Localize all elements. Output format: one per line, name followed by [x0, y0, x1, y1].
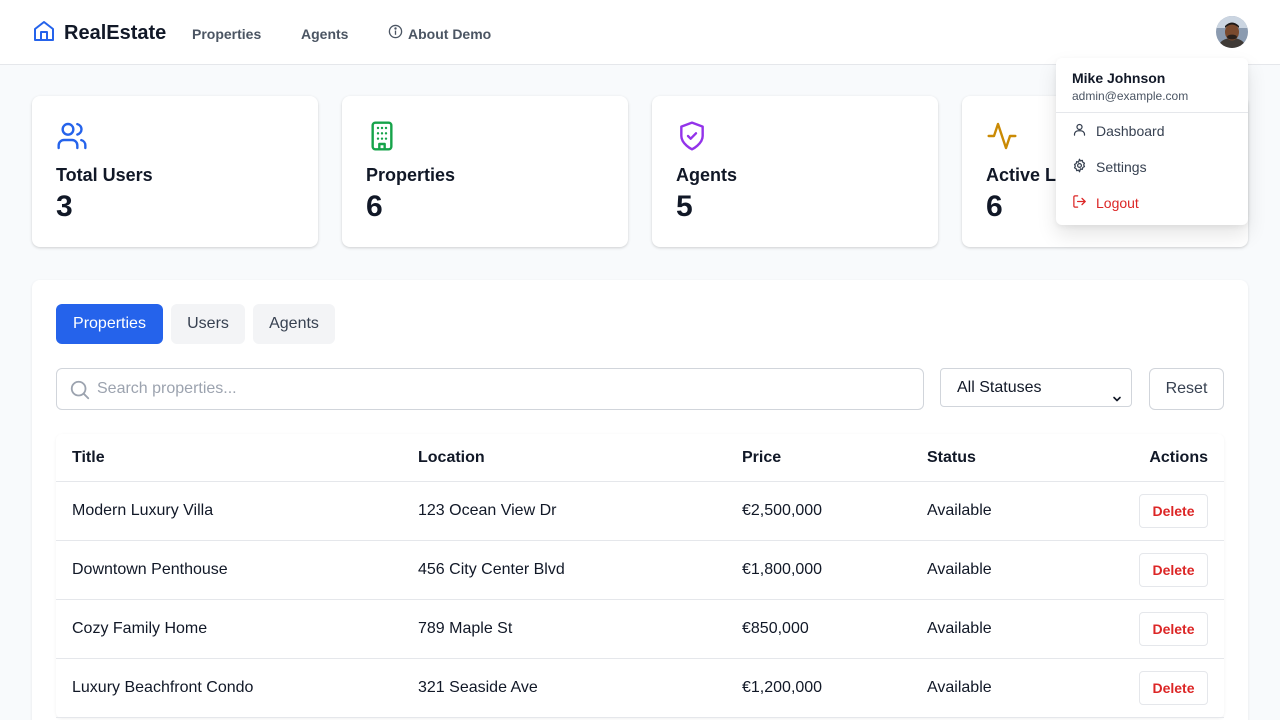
column-header-price: Price: [742, 449, 782, 466]
cell-location: 456 City Center Blvd: [418, 561, 565, 578]
stat-title: Properties: [366, 165, 456, 185]
menu-item-dashboard[interactable]: Dashboard: [1072, 121, 1165, 141]
delete-button[interactable]: Delete: [1139, 494, 1208, 528]
column-header-location: Location: [418, 449, 485, 466]
top-navbar: RealEstate Properties Agents About Demo: [0, 0, 1280, 65]
status-filter-select[interactable]: All Statuses: [940, 368, 1132, 407]
search-input[interactable]: [97, 369, 907, 409]
user-icon: [1072, 122, 1087, 140]
cell-price: €1,200,000: [742, 679, 823, 696]
nav-link-properties[interactable]: Properties: [192, 24, 261, 44]
users-icon: [56, 120, 88, 152]
cell-price: €2,500,000: [742, 502, 823, 519]
nav-link-about-label: About Demo: [408, 26, 492, 42]
cell-title: Luxury Beachfront Condo: [72, 679, 254, 696]
search-icon: [69, 379, 91, 406]
brand-logo-link[interactable]: RealEstate: [32, 19, 166, 47]
menu-item-settings[interactable]: Settings: [1072, 157, 1147, 177]
properties-table: Title Location Price Status Actions Mode…: [56, 434, 1224, 718]
menu-divider: [1056, 112, 1248, 113]
stat-value: 5: [676, 190, 693, 223]
activity-icon: [986, 120, 1018, 152]
data-panel: Properties Users Agents All Statuses Res…: [32, 280, 1248, 720]
stat-card-agents: Agents 5: [652, 96, 938, 247]
status-filter-value: All Statuses: [957, 379, 1042, 396]
column-header-title: Title: [72, 449, 105, 466]
info-icon: [388, 24, 403, 44]
menu-item-logout[interactable]: Logout: [1072, 193, 1139, 213]
stat-value: 6: [366, 190, 383, 223]
reset-button[interactable]: Reset: [1149, 368, 1224, 410]
column-header-actions: Actions: [1149, 449, 1208, 466]
nav-link-about-demo[interactable]: About Demo: [388, 24, 491, 44]
menu-item-label: Logout: [1096, 195, 1139, 211]
delete-button[interactable]: Delete: [1139, 671, 1208, 705]
cell-status: Available: [927, 561, 992, 578]
table-row: Cozy Family Home 789 Maple St €850,000 A…: [56, 600, 1224, 659]
table-row: Modern Luxury Villa 123 Ocean View Dr €2…: [56, 482, 1224, 541]
stat-title: Total Users: [56, 165, 153, 185]
stat-title: Agents: [676, 165, 738, 185]
gear-icon: [1072, 158, 1087, 176]
tab-users[interactable]: Users: [171, 304, 245, 344]
user-name: Mike Johnson: [1072, 70, 1166, 86]
search-field[interactable]: [56, 368, 924, 410]
stat-value: 3: [56, 190, 73, 223]
chevron-down-icon: [1111, 382, 1123, 419]
cell-title: Downtown Penthouse: [72, 561, 228, 578]
stat-card-properties: Properties 6: [342, 96, 628, 247]
cell-location: 789 Maple St: [418, 620, 513, 637]
delete-button[interactable]: Delete: [1139, 553, 1208, 587]
cell-title: Cozy Family Home: [72, 620, 208, 637]
tab-agents[interactable]: Agents: [253, 304, 335, 344]
user-dropdown-menu: Mike Johnson admin@example.com Dashboard…: [1056, 58, 1248, 225]
user-avatar-button[interactable]: [1216, 16, 1248, 48]
stat-card-total-users: Total Users 3: [32, 96, 318, 247]
shield-check-icon: [676, 120, 708, 152]
brand-name: RealEstate: [64, 21, 167, 44]
stat-value: 6: [986, 190, 1003, 223]
table-header: Title Location Price Status Actions: [56, 434, 1224, 482]
logout-icon: [1072, 194, 1087, 212]
building-icon: [366, 120, 398, 152]
nav-link-agents[interactable]: Agents: [301, 24, 348, 44]
cell-location: 321 Seaside Ave: [418, 679, 538, 696]
table-row: Luxury Beachfront Condo 321 Seaside Ave …: [56, 659, 1224, 718]
cell-price: €850,000: [742, 620, 809, 637]
cell-status: Available: [927, 620, 992, 637]
home-icon: [32, 19, 56, 48]
cell-title: Modern Luxury Villa: [72, 502, 214, 519]
user-email: admin@example.com: [1072, 89, 1189, 103]
menu-item-label: Settings: [1096, 159, 1147, 175]
delete-button[interactable]: Delete: [1139, 612, 1208, 646]
cell-location: 123 Ocean View Dr: [418, 502, 557, 519]
menu-item-label: Dashboard: [1096, 123, 1165, 139]
column-header-status: Status: [927, 449, 976, 466]
cell-price: €1,800,000: [742, 561, 823, 578]
table-row: Downtown Penthouse 456 City Center Blvd …: [56, 541, 1224, 600]
tab-properties[interactable]: Properties: [56, 304, 163, 344]
avatar-photo: [1216, 16, 1248, 48]
cell-status: Available: [927, 502, 992, 519]
cell-status: Available: [927, 679, 992, 696]
